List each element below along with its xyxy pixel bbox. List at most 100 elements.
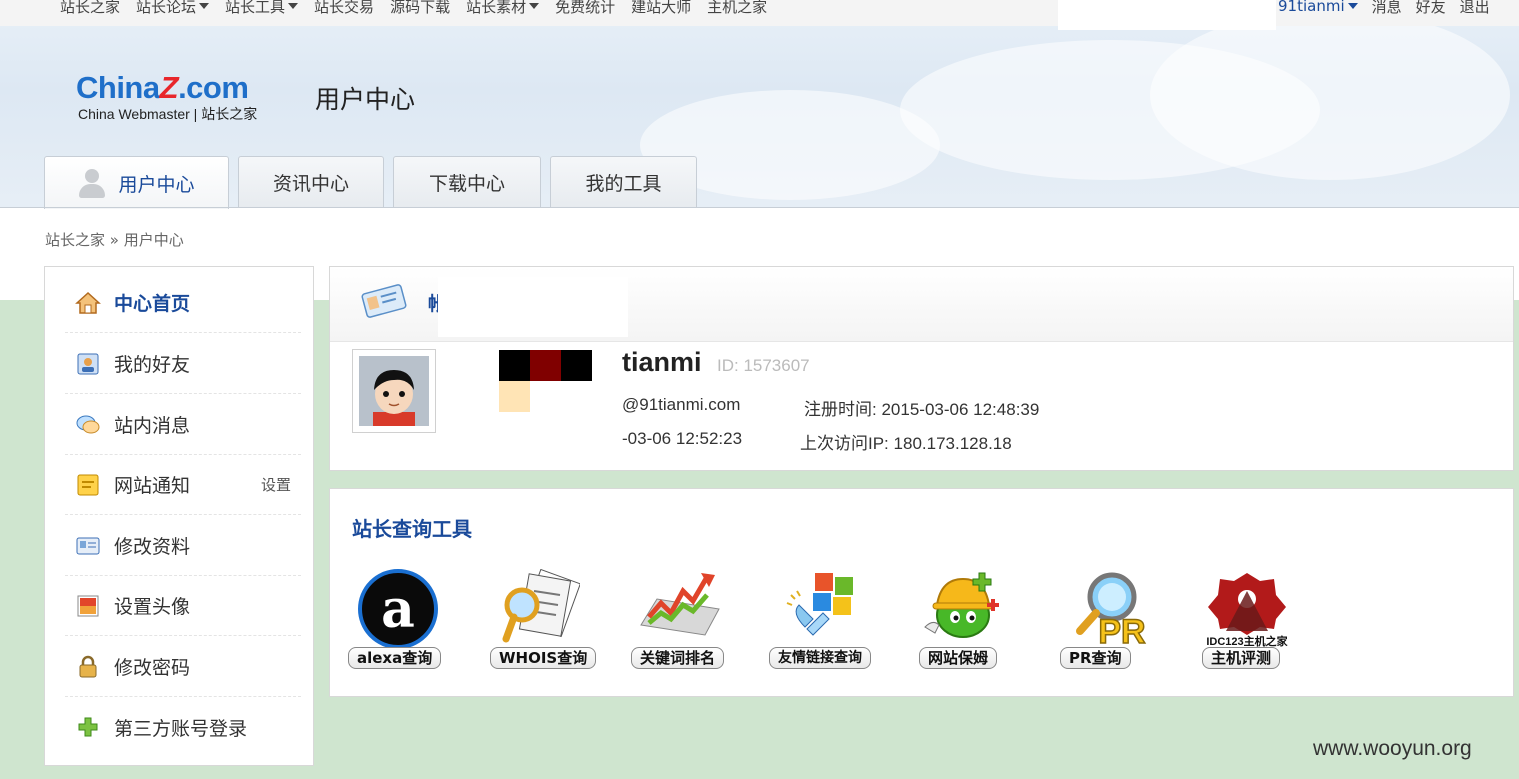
plus-icon [75,715,101,739]
topnav-item-source[interactable]: 源码下载 [390,0,450,17]
tab-my-tools[interactable]: 我的工具 [550,156,697,208]
tab-label: 我的工具 [585,173,662,195]
topnav-item-stats[interactable]: 免费统计 [555,0,615,17]
whois-icon [494,568,581,647]
tab-news-center[interactable]: 资讯中心 [238,156,384,208]
profile-panel: 帐 tianmi ID: 1573607 @91tianmi.com 注册时间:… [329,266,1514,471]
redaction-pixel [499,350,530,381]
page-title: 用户中心 [315,85,416,114]
sidebar-item-label: 设置头像 [114,596,191,618]
sidebar-item-label: 中心首页 [114,293,191,315]
redaction-block [438,277,628,337]
chevron-down-icon [288,3,299,9]
svg-text:PR: PR [1098,613,1145,647]
topnav-item-home[interactable]: 站长之家 [60,0,120,17]
alexa-icon: a [352,569,438,649]
topnav-item-host[interactable]: 主机之家 [707,0,767,17]
sidebar: 中心首页 我的好友 站内消息 网站通知 设置 修改资料 设置头像 修改密码 第三… [44,266,314,766]
username: tianmi [622,347,702,377]
header-background [0,0,1519,300]
sidebar-item-notice[interactable]: 网站通知 设置 [65,455,301,515]
tool-label: 主机评测 [1202,647,1281,669]
sidebar-item-password[interactable]: 修改密码 [65,637,301,697]
top-nav: 站长之家 站长论坛 站长工具 站长交易 源码下载 站长素材 免费统计 建站大师 … [0,0,1519,30]
tool-site-guard[interactable]: 网站保姆 [907,569,1017,674]
last-login-time: -03-06 12:52:23 [622,429,743,448]
breadcrumb-home[interactable]: 站长之家 [45,231,105,249]
sidebar-item-avatar[interactable]: 设置头像 [65,576,301,636]
sidebar-item-label: 修改密码 [114,657,191,679]
tool-label: PR查询 [1060,647,1131,669]
topnav-item-material[interactable]: 站长素材 [466,0,540,17]
topnav-item-trade[interactable]: 站长交易 [314,0,374,17]
redaction-pixel [499,381,530,412]
tab-user-center[interactable]: 用户中心 [44,156,229,209]
logo-wordmark: ChinaZ.com [76,70,249,105]
chat-bubble-icon [75,413,101,437]
tool-alexa[interactable]: a alexa查询 [340,569,450,674]
topnav-item-tools[interactable]: 站长工具 [225,0,299,17]
tool-host-review[interactable]: IDC123主机之家 主机评测 [1192,569,1302,674]
tool-pr[interactable]: PR PR查询 [1050,569,1160,674]
tool-friend-link[interactable]: 友情链接查询 [765,569,875,674]
tab-divider [0,207,1519,208]
user-menu[interactable]: 91tianmi [1278,0,1358,15]
tool-label: 关键词排名 [631,647,725,669]
sidebar-item-edit-profile[interactable]: 修改资料 [65,516,301,576]
top-nav-user: 91tianmi 消息 好友 退出 [1276,0,1519,26]
watermark: www.wooyun.org [1313,737,1472,760]
tool-label: alexa查询 [348,647,442,669]
sidebar-item-label: 我的好友 [114,354,191,376]
sidebar-item-label: 站内消息 [114,415,191,437]
top-nav-gap [1058,0,1276,30]
pr-icon: PR [1062,569,1148,652]
avatar[interactable] [352,349,436,433]
tool-keyword-rank[interactable]: 关键词排名 [623,569,733,674]
logo-subtitle: China Webmaster | 站长之家 [78,106,258,122]
host-review-icon: IDC123主机之家 [1204,569,1290,648]
tab-label: 用户中心 [118,173,195,196]
tool-label: 友情链接查询 [769,647,871,669]
breadcrumb: 站长之家 » 用户中心 [45,229,184,250]
profile-panel-title: 帐 [428,293,438,315]
sidebar-item-label: 网站通知 [114,475,191,497]
sidebar-item-home[interactable]: 中心首页 [65,273,301,333]
friend-link-icon [777,569,863,647]
user-icon [78,167,106,199]
topnav-item-forum[interactable]: 站长论坛 [136,0,210,17]
chinaz-logo[interactable]: ChinaZ.com China Webmaster | 站长之家 [76,70,296,128]
notice-settings-link[interactable]: 设置 [261,474,291,495]
sidebar-item-messages[interactable]: 站内消息 [65,395,301,455]
tools-panel: 站长查询工具 a alexa查询 WHOIS查询 关键词排名 友情链接查询 网站… [329,488,1514,697]
main-tabs: 用户中心 资讯中心 下载中心 我的工具 [44,156,706,209]
id-card-icon [360,283,408,319]
topnav-item-builder[interactable]: 建站大师 [631,0,691,17]
tools-title: 站长查询工具 [352,517,472,541]
keyword-rank-icon [635,569,721,647]
host-logo-text: IDC123主机之家 [1206,634,1288,647]
redaction-pixel [561,350,592,381]
user-email: @91tianmi.com [622,395,741,414]
register-time: 注册时间: 2015-03-06 12:48:39 [804,395,1039,420]
cloud-decoration [1150,10,1510,180]
chevron-down-icon [199,3,210,9]
user-id: ID: 1573607 [717,356,810,375]
logout-link[interactable]: 退出 [1460,0,1490,17]
register-value: 2015-03-06 12:48:39 [881,400,1040,419]
last-ip: 上次访问IP: 180.173.128.18 [800,429,1012,454]
friends-link[interactable]: 好友 [1416,0,1446,17]
chevron-down-icon [529,3,540,9]
last-ip-label: 上次访问IP: [800,434,889,453]
tab-download-center[interactable]: 下载中心 [393,156,541,208]
sidebar-item-friends[interactable]: 我的好友 [65,334,301,394]
breadcrumb-separator: » [109,231,119,249]
messages-link[interactable]: 消息 [1372,0,1402,17]
sidebar-item-third-party[interactable]: 第三方账号登录 [65,697,301,757]
tool-label: 网站保姆 [919,647,998,669]
tab-label: 资讯中心 [272,173,349,195]
tool-whois[interactable]: WHOIS查询 [482,568,597,674]
profile-card-icon [75,534,101,558]
site-guard-icon [919,569,1005,647]
picture-icon [75,594,101,618]
chevron-down-icon [1347,3,1358,9]
